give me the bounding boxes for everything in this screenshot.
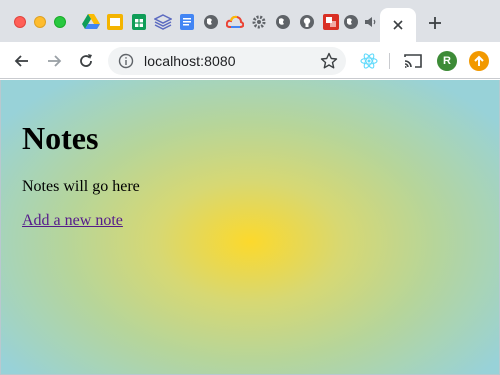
- google-docs-icon: [180, 14, 194, 30]
- cast-icon: [404, 54, 422, 68]
- google-drive-icon: [82, 14, 100, 29]
- speaker-icon: [365, 17, 376, 27]
- pinned-tab-globe-1[interactable]: [202, 13, 220, 31]
- pinned-tab-settings[interactable]: [250, 13, 268, 31]
- pinned-tab-layers[interactable]: [154, 13, 172, 31]
- close-icon[interactable]: [392, 19, 404, 31]
- globe-icon: [276, 15, 290, 29]
- settings-gear-icon: [252, 15, 266, 29]
- window-minimize-button[interactable]: [34, 16, 46, 28]
- url-text[interactable]: localhost:8080: [144, 53, 236, 69]
- globe-icon: [344, 15, 358, 29]
- profile-avatar[interactable]: R: [437, 51, 457, 71]
- notes-placeholder-text: Notes will go here: [22, 178, 140, 195]
- react-devtools-extension[interactable]: [358, 50, 380, 72]
- browser-toolbar: localhost:8080 R: [0, 42, 500, 79]
- tab-strip: [0, 0, 500, 42]
- pinned-tab-globe-2[interactable]: [274, 13, 292, 31]
- react-icon: [360, 53, 378, 69]
- page-content: Notes Notes will go here Add a new note: [0, 80, 500, 375]
- cast-button[interactable]: [402, 50, 424, 72]
- plus-icon: [429, 17, 441, 29]
- back-button[interactable]: [11, 50, 33, 72]
- reload-icon: [80, 54, 92, 67]
- red-square-icon: [323, 14, 339, 30]
- google-cloud-icon: [226, 15, 244, 28]
- update-button[interactable]: [469, 51, 489, 71]
- pinned-tab-github[interactable]: [298, 13, 316, 31]
- profile-initial: R: [443, 55, 451, 67]
- arrow-up-icon: [474, 55, 484, 66]
- bookmark-star-icon[interactable]: [320, 52, 338, 70]
- back-arrow-icon: [14, 55, 28, 67]
- globe-icon: [204, 15, 218, 29]
- new-tab-button[interactable]: [425, 13, 445, 33]
- pinned-tab-drive[interactable]: [82, 13, 100, 31]
- pinned-tab-red[interactable]: [322, 13, 340, 31]
- github-icon: [300, 15, 314, 29]
- active-tab[interactable]: [380, 8, 416, 42]
- layers-icon: [154, 14, 172, 30]
- pinned-tab-audio[interactable]: [362, 13, 380, 31]
- info-icon[interactable]: [118, 53, 134, 69]
- pinned-tab-globe-3[interactable]: [342, 13, 360, 31]
- pinned-tab-sheets[interactable]: [130, 13, 148, 31]
- reload-button[interactable]: [75, 50, 97, 72]
- window-close-button[interactable]: [14, 16, 26, 28]
- google-sheets-icon: [132, 14, 146, 30]
- window-maximize-button[interactable]: [54, 16, 66, 28]
- forward-arrow-icon: [48, 55, 62, 67]
- pinned-tab-cloud[interactable]: [226, 13, 244, 31]
- page-title: Notes: [22, 120, 99, 156]
- add-note-link[interactable]: Add a new note: [22, 212, 123, 230]
- toolbar-divider: [389, 53, 390, 69]
- pinned-tab-slides[interactable]: [106, 13, 124, 31]
- address-bar[interactable]: localhost:8080: [108, 47, 346, 75]
- forward-button[interactable]: [43, 50, 65, 72]
- google-slides-icon: [107, 14, 123, 30]
- pinned-tab-docs[interactable]: [178, 13, 196, 31]
